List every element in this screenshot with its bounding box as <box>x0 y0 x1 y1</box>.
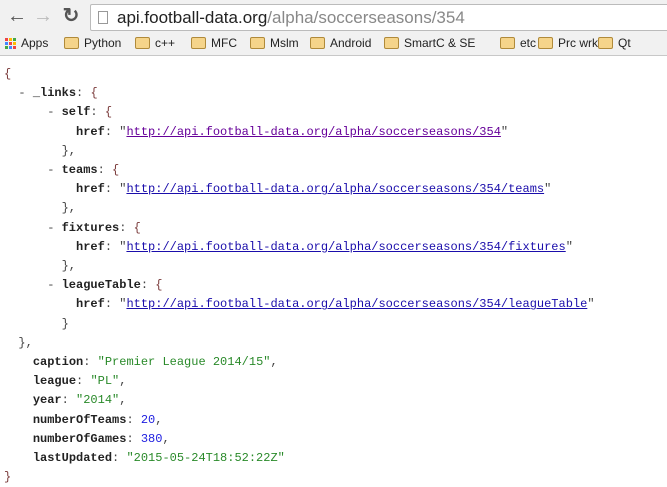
bookmark-1[interactable]: Python <box>64 36 121 50</box>
bookmark-7[interactable]: etc <box>500 36 536 50</box>
json-key: numberOfTeams <box>32 412 127 427</box>
bookmark-label: Qt <box>618 36 631 50</box>
reload-button[interactable]: ↻ <box>60 5 82 27</box>
folder-icon <box>500 37 515 49</box>
address-bar[interactable]: api.football-data.org/alpha/soccerseason… <box>90 4 667 31</box>
json-value: "2014" <box>76 393 120 408</box>
folder-icon <box>384 37 399 49</box>
bookmark-label: MFC <box>211 36 237 50</box>
json-key: lastUpdated <box>32 451 113 466</box>
bookmark-label: Prc wrk <box>558 36 598 50</box>
url-path: /alpha/soccerseasons/354 <box>267 8 465 27</box>
bookmark-4[interactable]: Mslm <box>250 36 299 50</box>
folder-icon <box>135 37 150 49</box>
json-value: 20 <box>140 412 156 427</box>
apps-icon <box>5 37 16 49</box>
bookmark-label: Android <box>330 36 372 50</box>
json-value: "Premier League 2014/15" <box>97 355 271 370</box>
json-value: 380 <box>140 431 163 446</box>
json-key: year <box>32 393 62 408</box>
bookmark-0[interactable]: Apps <box>5 36 48 50</box>
json-key: caption <box>32 355 84 370</box>
bookmark-6[interactable]: SmartC & SE <box>384 36 475 50</box>
bookmark-2[interactable]: c++ <box>135 36 175 50</box>
json-key: fixtures <box>61 220 120 235</box>
bookmarks-bar: Apps Python c++ MFC Mslm Android SmartC & SE et… <box>0 33 667 56</box>
folder-icon <box>64 37 79 49</box>
back-button[interactable]: ← <box>6 5 28 27</box>
bookmark-3[interactable]: MFC <box>191 36 237 50</box>
url-host: api.football-data.org <box>117 8 268 27</box>
forward-button[interactable]: → <box>32 5 54 27</box>
page-icon <box>98 11 108 24</box>
json-value: "PL" <box>90 374 120 389</box>
folder-icon <box>538 37 553 49</box>
json-value: "2015-05-24T18:52:22Z" <box>126 451 285 466</box>
folder-icon <box>250 37 265 49</box>
json-viewer: { - _links: { - self: { href: "http://ap… <box>4 67 595 485</box>
json-key: _links <box>32 86 77 101</box>
bookmark-5[interactable]: Android <box>310 36 371 50</box>
json-key: league <box>32 374 77 389</box>
href-link[interactable]: http://api.football-data.org/alpha/socce… <box>126 182 544 196</box>
browser-toolbar: ← → ↻ api.football-data.org/alpha/soccer… <box>0 0 667 33</box>
bookmark-label: SmartC & SE <box>404 36 476 50</box>
folder-icon <box>310 37 325 49</box>
json-key: numberOfGames <box>32 431 127 446</box>
folder-icon <box>191 37 206 49</box>
bookmark-label: c++ <box>155 36 176 50</box>
json-key: self <box>61 105 91 120</box>
folder-icon <box>598 37 613 49</box>
bookmark-label: Mslm <box>270 36 299 50</box>
json-key: leagueTable <box>61 278 141 293</box>
bookmark-label: Apps <box>21 36 49 50</box>
href-link[interactable]: http://api.football-data.org/alpha/socce… <box>126 240 565 254</box>
href-link[interactable]: http://api.football-data.org/alpha/socce… <box>126 297 587 311</box>
bookmark-label: Python <box>84 36 122 50</box>
bookmark-label: etc <box>520 36 537 50</box>
bookmark-9[interactable]: Qt <box>598 36 631 50</box>
json-key: teams <box>61 163 98 178</box>
href-link[interactable]: http://api.football-data.org/alpha/socce… <box>126 125 500 139</box>
bookmark-8[interactable]: Prc wrk <box>538 36 598 50</box>
